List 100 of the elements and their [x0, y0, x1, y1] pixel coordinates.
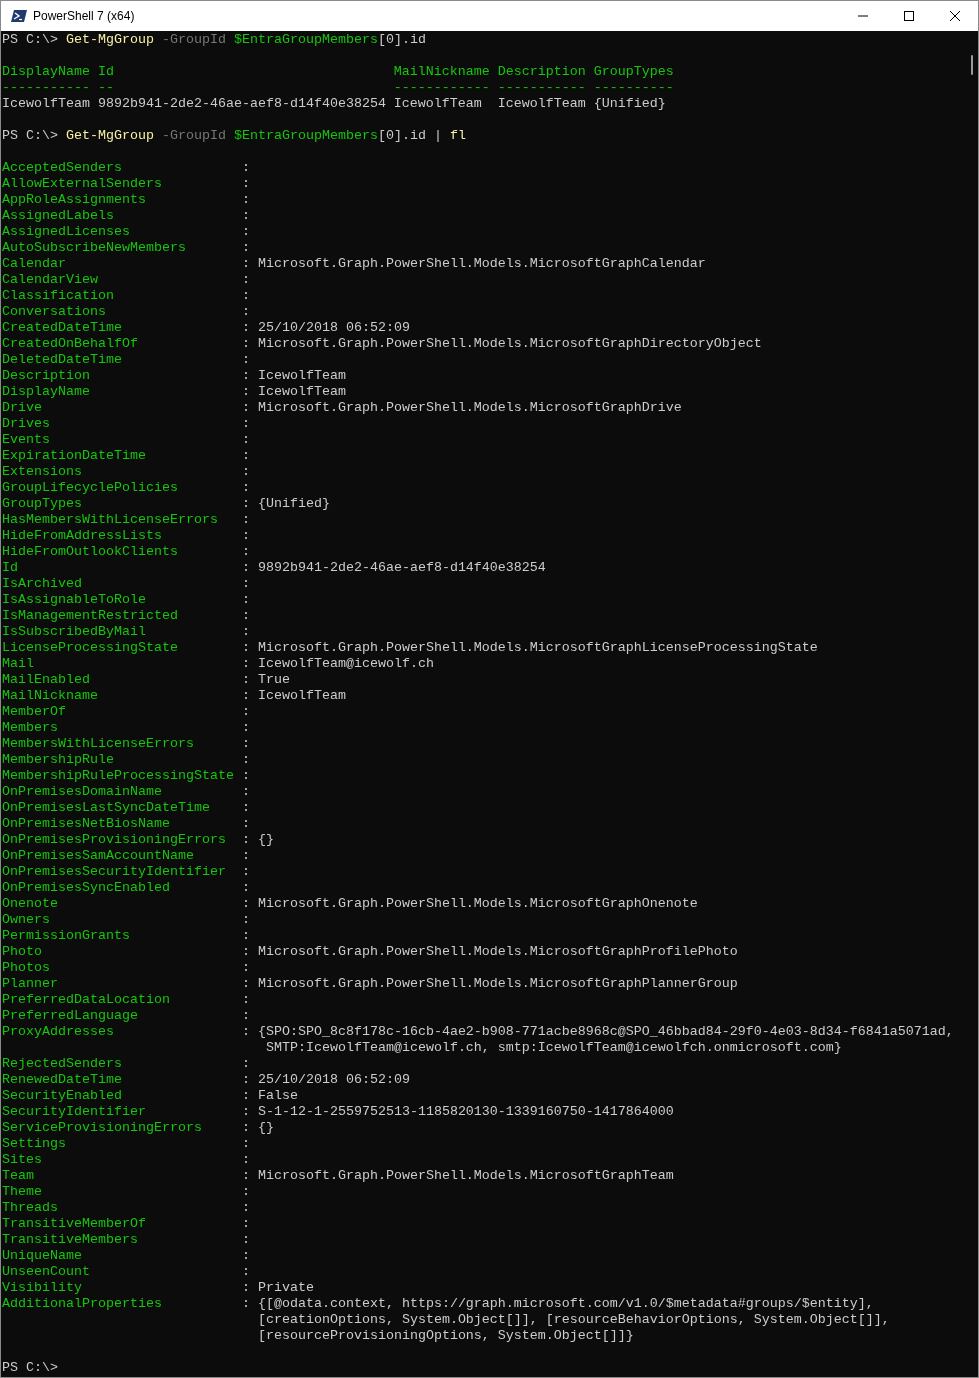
property-separator: :: [241, 1200, 251, 1216]
property-separator: :: [241, 1056, 251, 1072]
property-value: 25/10/2018 06:52:09: [257, 320, 410, 336]
header-rule: --: [97, 80, 115, 96]
property-name: MembershipRuleProcessingState: [2, 768, 235, 784]
property-separator: :: [241, 1280, 251, 1296]
property-name: IsSubscribedByMail: [2, 624, 147, 640]
property-separator: :: [241, 752, 251, 768]
property-separator: :: [241, 1088, 251, 1104]
property-name: Members: [2, 720, 59, 736]
property-separator: :: [241, 960, 251, 976]
property-separator: :: [241, 912, 251, 928]
property-name: HideFromOutlookClients: [2, 544, 179, 560]
property-separator: :: [241, 560, 251, 576]
property-separator: :: [241, 480, 251, 496]
table-cell-text: {Unified}: [593, 96, 667, 112]
command-line: PS C:\> Get-MgGroup -GroupId $EntraGroupMembers[0].id: [2, 32, 427, 48]
property-separator: :: [241, 832, 251, 848]
property-value: SMTP:IcewolfTeam@icewolf.ch, smtp:IcewolfTeam@icewolfch.onmicrosoft.com}: [264, 1040, 843, 1056]
property-value: {[@odata.context, https://graph.microsoft.com/v1.0/$metadata#groups/$entity],: [257, 1296, 875, 1312]
property-name: OnPremisesSecurityIdentifier: [2, 864, 227, 880]
property-separator: :: [241, 352, 251, 368]
property-name: RejectedSenders: [2, 1056, 123, 1072]
property-separator: :: [241, 288, 251, 304]
property-separator: :: [241, 1264, 251, 1280]
property-separator: :: [241, 848, 251, 864]
property-name: CreatedOnBehalfOf: [2, 336, 139, 352]
property-separator: :: [241, 256, 251, 272]
header-rule: ------------: [393, 80, 490, 96]
property-name: Onenote: [2, 896, 59, 912]
property-name: ProxyAddresses: [2, 1024, 115, 1041]
property-name: Id: [2, 560, 19, 576]
property-separator: :: [241, 768, 251, 784]
column-header: MailNickname: [393, 64, 490, 80]
property-separator: :: [241, 496, 251, 512]
header-rule: -----------: [2, 80, 90, 96]
property-name: Events: [2, 432, 51, 448]
scrollbar-thumb[interactable]: [971, 55, 973, 75]
property-value: IcewolfTeam: [257, 384, 346, 400]
property-name: Mail: [2, 656, 35, 672]
property-separator: :: [241, 448, 251, 464]
table-cell-text: IcewolfTeam: [393, 96, 483, 112]
property-name: PermissionGrants: [2, 928, 131, 944]
window-title: PowerShell 7 (x64): [33, 9, 135, 23]
property-separator: :: [241, 1248, 251, 1264]
property-name: OnPremisesNetBiosName: [2, 816, 171, 832]
property-name: Theme: [2, 1184, 43, 1200]
property-value: Microsoft.Graph.PowerShell.Models.MicrosoftGraphLicenseProcessingState: [257, 640, 818, 656]
property-name: TransitiveMembers: [2, 1232, 139, 1248]
property-name: ServiceProvisioningErrors: [2, 1120, 203, 1136]
property-separator: :: [241, 896, 251, 912]
property-name: Classification: [2, 288, 115, 304]
table-cell: IcewolfTeam: [497, 96, 586, 112]
property-name: ExpirationDateTime: [2, 448, 147, 464]
property-value: 25/10/2018 06:52:09: [257, 1072, 410, 1088]
property-name: MailEnabled: [2, 672, 91, 688]
property-separator: :: [241, 672, 251, 688]
property-name: Owners: [2, 912, 51, 928]
property-name: AdditionalProperties: [2, 1296, 163, 1313]
property-separator: :: [241, 544, 251, 560]
property-name: Conversations: [2, 304, 107, 320]
property-separator: :: [241, 1216, 251, 1232]
header-rule: ----------: [593, 80, 674, 96]
property-value: Microsoft.Graph.PowerShell.Models.MicrosoftGraphDirectoryObject: [257, 336, 762, 352]
property-name: Threads: [2, 1200, 59, 1216]
property-name: PreferredDataLocation: [2, 992, 171, 1008]
property-name: CreatedDateTime: [2, 320, 123, 336]
property-name: GroupLifecyclePolicies: [2, 480, 179, 496]
property-name: CalendarView: [2, 272, 99, 288]
property-separator: :: [241, 976, 251, 992]
column-header: Id: [97, 64, 115, 80]
column-header: Description: [497, 64, 586, 80]
property-separator: :: [241, 928, 251, 944]
property-separator: :: [241, 224, 251, 240]
property-name: Extensions: [2, 464, 83, 480]
property-value: Microsoft.Graph.PowerShell.Models.MicrosoftGraphTeam: [257, 1168, 674, 1184]
property-separator: :: [241, 528, 251, 544]
property-name: Team: [2, 1168, 35, 1184]
property-name: IsManagementRestricted: [2, 608, 179, 624]
property-value: False: [257, 1088, 298, 1104]
property-separator: :: [241, 656, 251, 672]
property-name: Photo: [2, 944, 43, 960]
property-name: Drives: [2, 416, 51, 432]
property-name: Description: [2, 368, 91, 384]
property-separator: :: [241, 992, 251, 1008]
property-separator: :: [241, 464, 251, 480]
property-separator: :: [241, 192, 251, 208]
property-name: OnPremisesDomainName: [2, 784, 163, 800]
property-separator: :: [241, 624, 251, 640]
property-separator: :: [241, 1296, 251, 1313]
property-separator: :: [241, 720, 251, 736]
table-cell: 9892b941-2de2-46ae-aef8-d14f40e38254: [97, 96, 386, 112]
property-name: MailNickname: [2, 688, 99, 704]
property-name: LicenseProcessingState: [2, 640, 179, 656]
property-name: IsAssignableToRole: [2, 592, 147, 608]
close-icon: [950, 11, 960, 21]
property-value: IcewolfTeam: [257, 368, 346, 384]
property-separator: :: [241, 608, 251, 624]
property-name: DeletedDateTime: [2, 352, 123, 368]
property-separator: :: [241, 336, 251, 352]
